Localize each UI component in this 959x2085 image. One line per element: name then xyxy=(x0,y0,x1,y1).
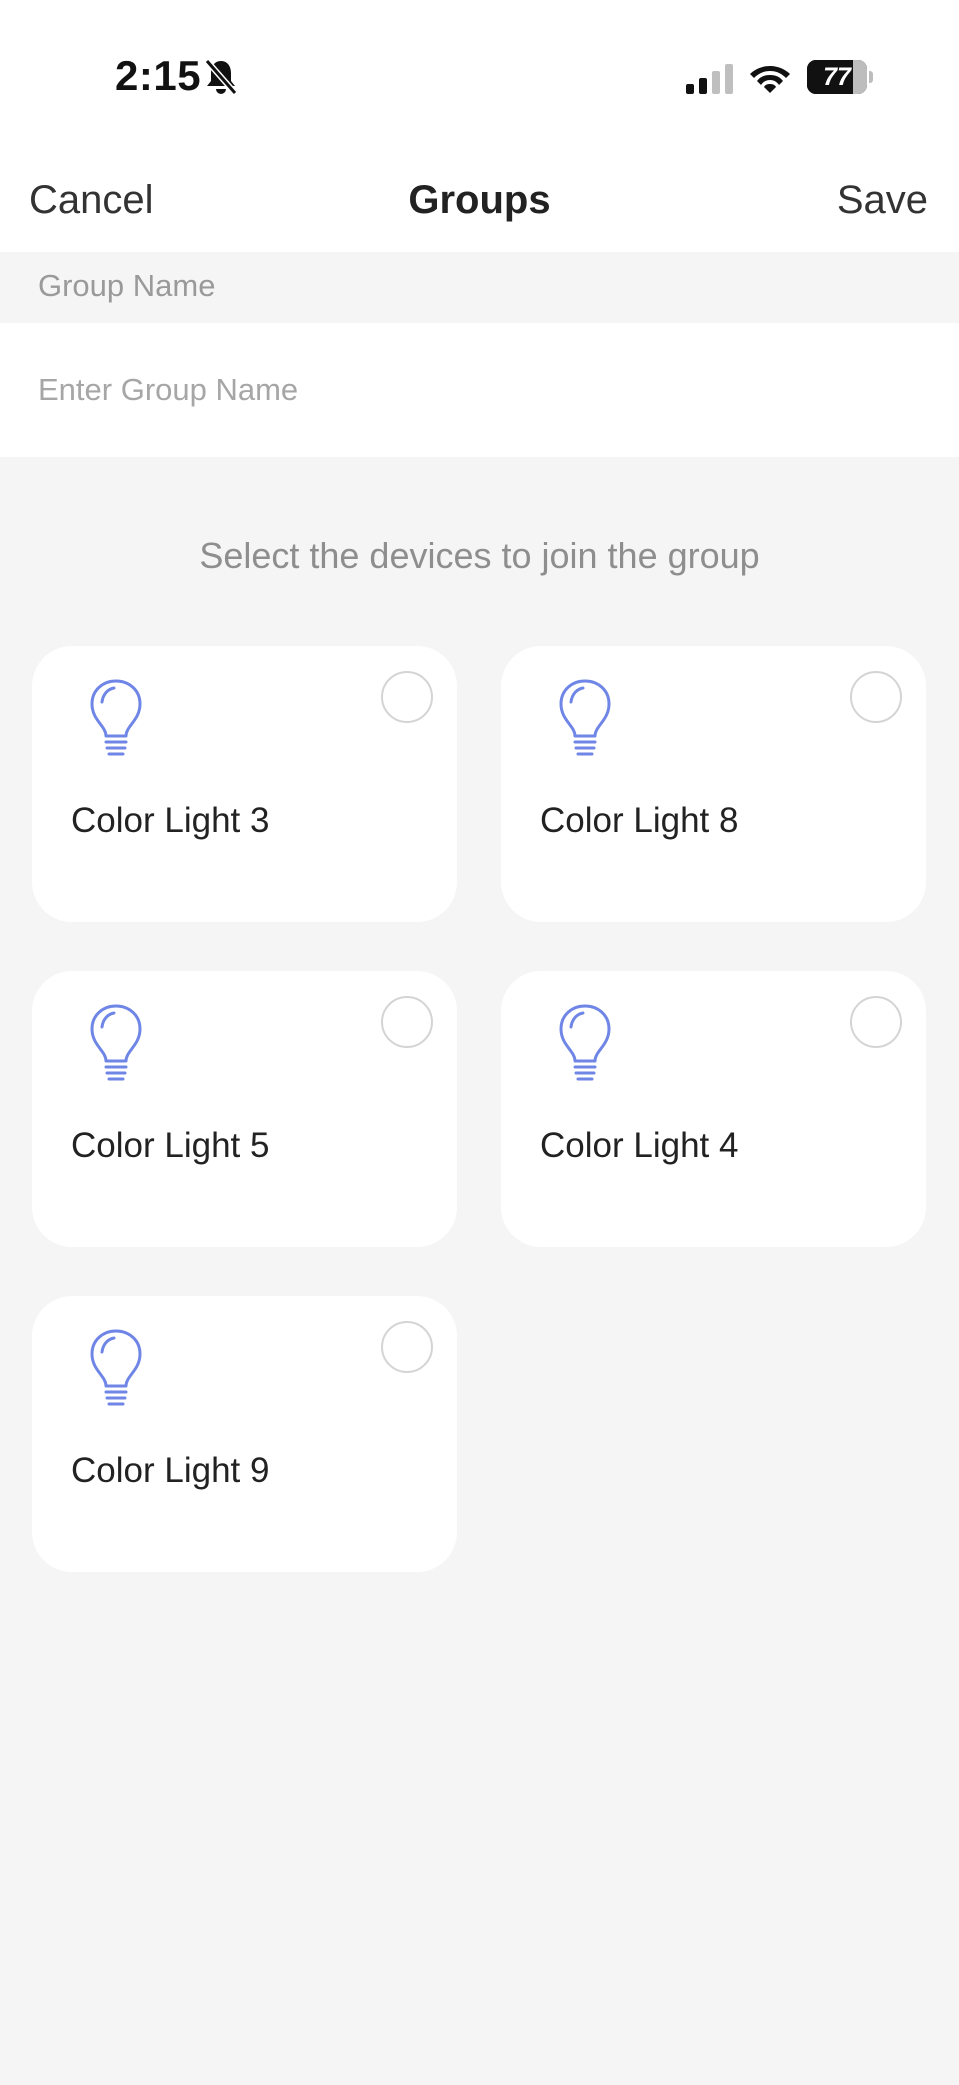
device-name: Color Light 4 xyxy=(540,1126,739,1165)
group-name-input[interactable] xyxy=(38,323,918,457)
device-select-radio[interactable] xyxy=(381,671,433,723)
device-select-radio[interactable] xyxy=(381,996,433,1048)
status-bar: 2:15 77 xyxy=(0,0,959,150)
light-bulb-icon xyxy=(559,679,611,756)
light-bulb-icon xyxy=(559,1004,611,1081)
device-name: Color Light 3 xyxy=(71,801,270,840)
device-name: Color Light 9 xyxy=(71,1451,270,1490)
bell-slash-icon xyxy=(204,59,238,95)
navigation-bar: Cancel Groups Save xyxy=(0,160,959,244)
device-card[interactable]: Color Light 9 xyxy=(32,1296,457,1572)
device-card[interactable]: Color Light 8 xyxy=(501,646,926,922)
device-name: Color Light 5 xyxy=(71,1126,270,1165)
cellular-signal-icon xyxy=(686,64,733,94)
light-bulb-icon xyxy=(90,679,142,756)
battery-icon: 77 xyxy=(807,60,873,94)
top-bar: 2:15 77 Cancel Groups Save xyxy=(0,0,959,252)
light-bulb-icon xyxy=(90,1004,142,1081)
devices-hint: Select the devices to join the group xyxy=(199,535,760,576)
device-card[interactable]: Color Light 3 xyxy=(32,646,457,922)
wifi-icon xyxy=(750,66,790,93)
light-bulb-icon xyxy=(90,1329,142,1406)
device-select-radio[interactable] xyxy=(381,1321,433,1373)
device-select-radio[interactable] xyxy=(850,996,902,1048)
device-name: Color Light 8 xyxy=(540,801,739,840)
group-name-label: Group Name xyxy=(38,268,216,303)
device-select-radio[interactable] xyxy=(850,671,902,723)
device-card[interactable]: Color Light 4 xyxy=(501,971,926,1247)
group-name-row xyxy=(0,323,959,457)
battery-level: 77 xyxy=(823,63,851,91)
cancel-button[interactable]: Cancel xyxy=(29,178,154,223)
status-time: 2:15 xyxy=(115,52,202,99)
device-card[interactable]: Color Light 5 xyxy=(32,971,457,1247)
save-button[interactable]: Save xyxy=(837,178,928,223)
